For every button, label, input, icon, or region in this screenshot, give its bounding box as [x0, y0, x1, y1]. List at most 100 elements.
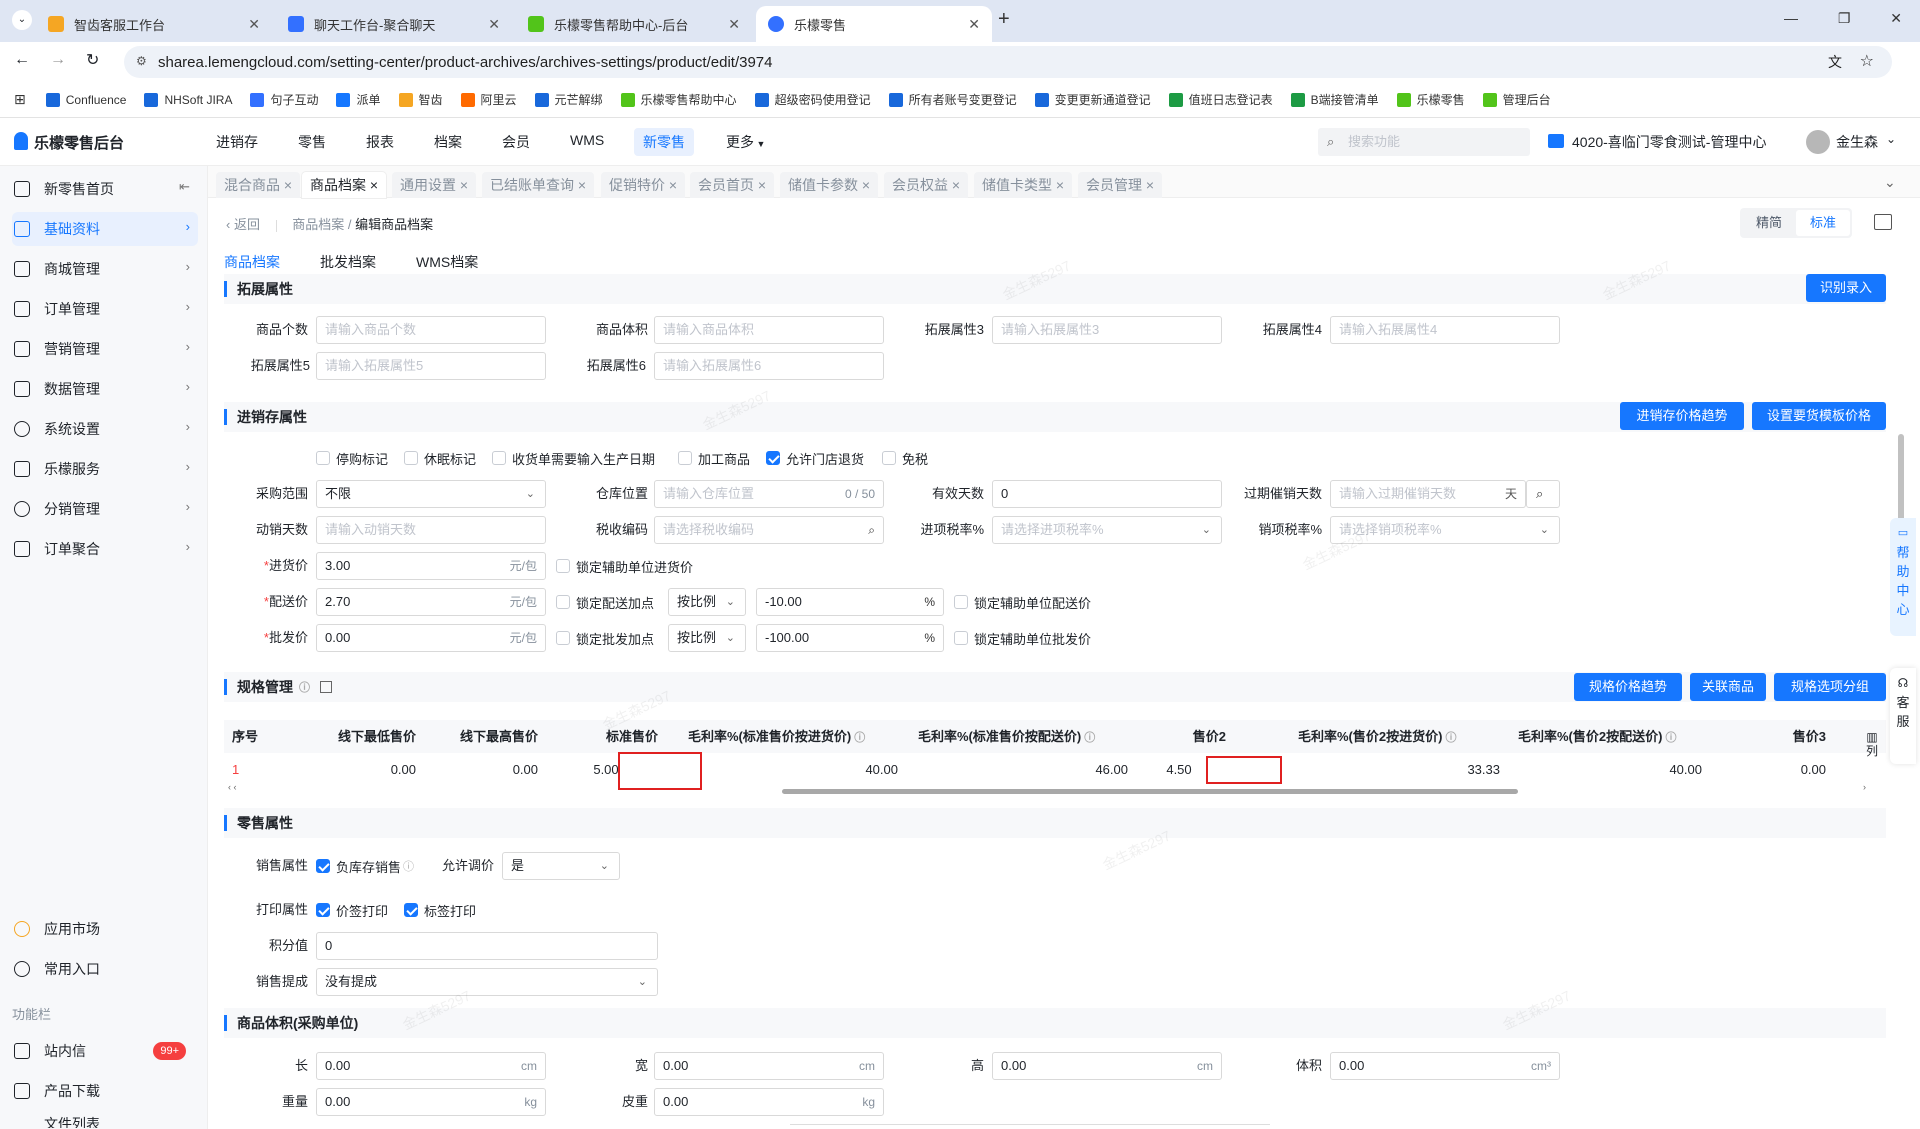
ext-attr6-input[interactable]: 请输入拓展属性6: [654, 352, 884, 380]
column-settings-button[interactable]: ▥ 列: [1864, 730, 1880, 758]
star-icon[interactable]: ☆: [1860, 51, 1874, 71]
width-input[interactable]: 0.00 cm: [654, 1052, 884, 1080]
close-icon[interactable]: ×: [460, 177, 468, 193]
dist-percent-input[interactable]: -10.00%: [756, 588, 944, 616]
nav-item[interactable]: 报表: [366, 132, 394, 152]
search-icon[interactable]: ⌕: [868, 517, 875, 543]
height-input[interactable]: 0.00 cm: [992, 1052, 1222, 1080]
page-tab[interactable]: 会员管理 ×: [1078, 172, 1163, 198]
template-price-button[interactable]: 设置要货模板价格: [1752, 402, 1886, 430]
sidebar-item-distribution[interactable]: 分销管理 ›: [12, 492, 198, 526]
collapse-icon[interactable]: ⇤: [179, 179, 190, 195]
sidebar-item-data[interactable]: 数据管理 ›: [12, 372, 198, 406]
site-info-icon[interactable]: ⚙: [136, 54, 147, 68]
scrollbar-thumb[interactable]: [782, 789, 1518, 794]
table-cell[interactable]: 0.00: [1724, 753, 1834, 786]
table-cell[interactable]: 0.00: [424, 753, 546, 786]
dormant-checkbox[interactable]: 休眠标记: [404, 448, 476, 468]
bookmark-item[interactable]: 智齿: [398, 91, 443, 108]
sidebar-item-orders[interactable]: 订单管理 ›: [12, 292, 198, 326]
sidebar-inbox[interactable]: 站内信 99+: [12, 1034, 198, 1068]
tab-search-icon[interactable]: ⌄: [12, 10, 32, 30]
commission-select[interactable]: 没有提成 ⌄: [316, 968, 658, 996]
sidebar-item-mall[interactable]: 商城管理 ›: [12, 252, 198, 286]
volume-input[interactable]: 0.00 cm³: [1330, 1052, 1560, 1080]
close-icon[interactable]: ×: [370, 177, 378, 193]
sidebar-item-order-aggregation[interactable]: 订单聚合 ›: [12, 532, 198, 566]
whole-percent-input[interactable]: -100.00%: [756, 624, 944, 652]
reload-icon[interactable]: ↻: [86, 50, 99, 70]
close-icon[interactable]: ✕: [968, 16, 980, 33]
user-name[interactable]: 金生森: [1836, 132, 1878, 152]
sidebar-favorites[interactable]: 常用入口: [12, 952, 198, 986]
bookmark-item[interactable]: B端接管清单: [1290, 91, 1379, 108]
nav-item[interactable]: WMS: [570, 132, 604, 148]
allow-adjust-select[interactable]: 是 ⌄: [502, 852, 620, 880]
view-simple[interactable]: 精简: [1742, 210, 1796, 236]
points-input[interactable]: 0: [316, 932, 658, 960]
page-tab[interactable]: 储值卡类型 ×: [974, 172, 1073, 198]
sub-tab[interactable]: 批发档案: [320, 252, 376, 272]
pin-days-input[interactable]: 请输入动销天数: [316, 516, 546, 544]
table-cell[interactable]: 40.00: [1510, 753, 1710, 786]
close-icon[interactable]: ✕: [488, 16, 500, 33]
valid-days-input[interactable]: 0: [992, 480, 1222, 508]
chevron-down-icon[interactable]: ⌄: [1884, 174, 1896, 191]
related-products-button[interactable]: 关联商品: [1690, 673, 1766, 701]
ext-attr5-input[interactable]: 请输入拓展属性5: [316, 352, 546, 380]
bookmark-item[interactable]: 元芒解绑: [534, 91, 603, 108]
url-field[interactable]: ⚙ sharea.lemengcloud.com/setting-center/…: [124, 46, 1892, 78]
new-tab-icon[interactable]: +: [998, 8, 1010, 31]
output-tax-select[interactable]: 请选择销项税率% ⌄: [1330, 516, 1560, 544]
function-search[interactable]: ⌕ 搜索功能: [1318, 128, 1530, 156]
ext-attr4-input[interactable]: 请输入拓展属性4: [1330, 316, 1560, 344]
input-tax-select[interactable]: 请选择进项税率% ⌄: [992, 516, 1222, 544]
layout-icon[interactable]: [1874, 214, 1892, 230]
weight-input[interactable]: 0.00 kg: [316, 1088, 546, 1116]
close-icon[interactable]: ✕: [728, 16, 740, 33]
breadcrumb-parent[interactable]: 商品档案: [292, 217, 344, 232]
length-input[interactable]: 0.00 cm: [316, 1052, 546, 1080]
stop-purchase-checkbox[interactable]: 停购标记: [316, 448, 388, 468]
horizontal-scrollbar[interactable]: ‹ ‹ ›: [224, 782, 1866, 796]
back-link[interactable]: ‹ 返回: [226, 217, 260, 232]
bookmark-item[interactable]: 阿里云: [460, 91, 517, 108]
page-tab[interactable]: 促销特价 ×: [601, 172, 686, 198]
bookmark-item[interactable]: 管理后台: [1482, 91, 1551, 108]
bookmark-item[interactable]: 变更更新通道登记: [1034, 91, 1151, 108]
collapse-icon[interactable]: [320, 681, 332, 693]
page-tab[interactable]: 储值卡参数 ×: [780, 172, 879, 198]
nav-item[interactable]: 会员: [502, 132, 530, 152]
bookmark-item[interactable]: 派单: [336, 91, 381, 108]
bookmark-item[interactable]: Confluence: [45, 92, 126, 107]
production-date-checkbox[interactable]: 收货单需要输入生产日期: [492, 448, 655, 468]
customer-service-float[interactable]: ☊ 客服: [1890, 668, 1916, 764]
nav-item[interactable]: 档案: [434, 132, 462, 152]
spec-group-button[interactable]: 规格选项分组: [1774, 673, 1886, 701]
browser-tab[interactable]: 聊天工作台-聚合聊天 ✕: [276, 6, 512, 42]
sidebar-item-marketing[interactable]: 营销管理 ›: [12, 332, 198, 366]
nav-item[interactable]: 零售: [298, 132, 326, 152]
whole-mode-select[interactable]: 按比例 ⌄: [668, 624, 746, 652]
expire-search-button[interactable]: ⌕: [1526, 480, 1560, 508]
sidebar-item-service[interactable]: 乐檬服务 ›: [12, 452, 198, 486]
page-tab[interactable]: 混合商品 ×: [216, 172, 301, 198]
item-volume-input[interactable]: 请输入商品体积: [654, 316, 884, 344]
warehouse-input[interactable]: 请输入仓库位置 0 / 50: [654, 480, 884, 508]
page-tab[interactable]: 已结账单查询 ×: [482, 172, 595, 198]
forward-icon[interactable]: →: [50, 51, 66, 69]
recognize-button[interactable]: 识别录入: [1806, 274, 1886, 302]
nav-item-active[interactable]: 新零售: [634, 128, 694, 156]
bookmark-item[interactable]: 乐檬零售: [1396, 91, 1465, 108]
table-cell[interactable]: 33.33: [1290, 753, 1508, 786]
item-count-input[interactable]: 请输入商品个数: [316, 316, 546, 344]
spec-price-trend-button[interactable]: 规格价格趋势: [1574, 673, 1682, 701]
lock-whole-add-checkbox[interactable]: 锁定批发加点: [556, 628, 654, 648]
tare-input[interactable]: 0.00 kg: [654, 1088, 884, 1116]
close-icon[interactable]: ×: [1056, 177, 1064, 193]
table-cell[interactable]: 40.00: [680, 753, 906, 786]
store-switcher[interactable]: 4020-喜临门零食测试-管理中心: [1572, 132, 1766, 152]
close-icon[interactable]: ×: [284, 177, 292, 193]
page-tab[interactable]: 会员权益 ×: [884, 172, 969, 198]
lock-whole-checkbox[interactable]: 锁定辅助单位批发价: [954, 628, 1091, 648]
